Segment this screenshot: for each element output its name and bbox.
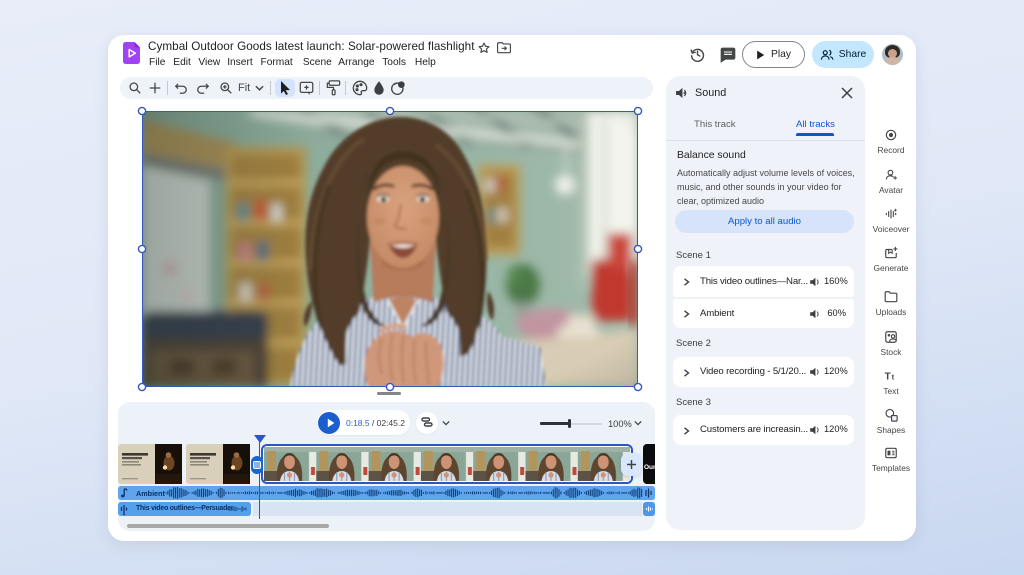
svg-text:T: T [885,372,891,383]
svg-text:t: t [892,373,895,382]
